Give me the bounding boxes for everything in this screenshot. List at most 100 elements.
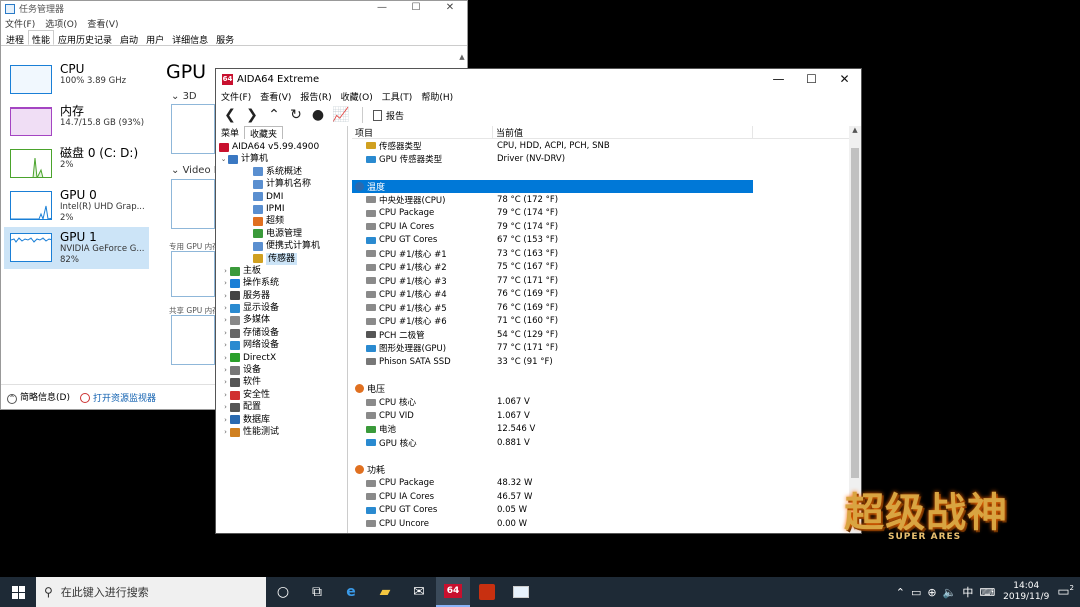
tab-startup[interactable]: 启动 xyxy=(116,30,142,46)
sensor-row[interactable]: CPU 核心 1.067 V xyxy=(352,396,849,410)
chevron-right-icon[interactable]: › xyxy=(221,290,230,302)
task-view-icon[interactable]: ⧉ xyxy=(300,577,334,607)
menu-favorites[interactable]: 收藏(O) xyxy=(341,90,373,103)
sensor-row[interactable]: 电池 12.546 V xyxy=(352,423,849,437)
chevron-down-icon[interactable]: ⌄ xyxy=(219,153,228,165)
open-resource-monitor-link[interactable]: 打开资源监视器 xyxy=(79,391,156,404)
sensor-row[interactable]: Phison SATA SSD 33 °C (91 °F) xyxy=(352,355,849,369)
tab-performance[interactable]: 性能 xyxy=(28,30,55,46)
perf-item-cpu[interactable]: CPU 100% 3.89 GHz xyxy=(4,59,149,101)
chevron-right-icon[interactable]: › xyxy=(221,327,230,339)
tree-node[interactable]: › 存储设备 xyxy=(216,327,348,339)
chevron-right-icon[interactable]: › xyxy=(221,426,230,438)
chart-icon[interactable]: 📈 xyxy=(332,107,349,123)
sensor-row[interactable]: CPU Package 48.32 W xyxy=(352,477,849,491)
tree-node[interactable]: › 安全性 xyxy=(216,389,348,401)
tree-node[interactable]: › 性能测试 xyxy=(216,426,348,438)
menu-options[interactable]: 选项(O) xyxy=(45,17,77,30)
aida64-taskbar-icon[interactable]: 64 xyxy=(436,577,470,607)
sensor-row[interactable]: CPU #1/核心 #4 76 °C (169 °F) xyxy=(352,288,849,302)
chevron-right-icon[interactable]: › xyxy=(221,314,230,326)
input-mode-icon[interactable]: ⌨ xyxy=(979,586,995,599)
menu-view[interactable]: 查看(V) xyxy=(87,17,118,30)
up-arrow-icon[interactable]: ⌃ xyxy=(266,107,282,123)
notifications-icon[interactable]: ▭2 xyxy=(1057,584,1074,599)
file-explorer-icon[interactable]: ▰ xyxy=(368,577,402,607)
chevron-right-icon[interactable]: › xyxy=(221,414,230,426)
sensor-row[interactable]: CPU GT Cores 67 °C (153 °F) xyxy=(352,234,849,248)
tree-node[interactable]: › 主板 xyxy=(216,265,348,277)
scrollbar-thumb[interactable] xyxy=(851,148,859,478)
maximize-button[interactable]: ☐ xyxy=(795,69,828,89)
tab-menu[interactable]: 菜单 xyxy=(216,126,244,139)
tab-favorites[interactable]: 收藏夹 xyxy=(244,126,284,140)
chevron-right-icon[interactable]: › xyxy=(221,277,230,289)
perf-item-gpu0[interactable]: GPU 0 Intel(R) UHD Grap... 2% xyxy=(4,185,149,227)
sensor-row[interactable]: CPU #1/核心 #5 76 °C (169 °F) xyxy=(352,301,849,315)
section-header[interactable]: 功耗 xyxy=(352,463,849,477)
sensor-row[interactable]: CPU IA Cores 79 °C (174 °F) xyxy=(352,220,849,234)
tree-node[interactable]: 电源管理 xyxy=(216,228,348,240)
column-header-value[interactable]: 当前值 xyxy=(493,126,753,139)
sensor-row[interactable]: PCH 二极管 54 °C (129 °F) xyxy=(352,328,849,342)
volume-icon[interactable]: 🔈 xyxy=(943,586,957,599)
section-header[interactable]: 温度 xyxy=(352,179,753,193)
scroll-up-icon[interactable]: ▲ xyxy=(457,53,467,61)
taskbar-search-box[interactable]: ⚲ 在此键入进行搜索 xyxy=(36,577,266,607)
tab-services[interactable]: 服务 xyxy=(212,30,238,46)
clock[interactable]: 14:04 2019/11/9 xyxy=(1001,581,1051,603)
sensor-row[interactable]: CPU Uncore 0.00 W xyxy=(352,517,849,531)
tree-node[interactable]: ⌄ 计算机 xyxy=(216,153,348,165)
menu-help[interactable]: 帮助(H) xyxy=(421,90,453,103)
perf-item-gpu1[interactable]: GPU 1 NVIDIA GeForce G... 82% xyxy=(4,227,149,269)
perf-item-memory[interactable]: 内存 14.7/15.8 GB (93%) xyxy=(4,101,149,143)
menu-view[interactable]: 查看(V) xyxy=(260,90,291,103)
tree-node[interactable]: › 数据库 xyxy=(216,414,348,426)
menu-report[interactable]: 报告(R) xyxy=(300,90,331,103)
edge-browser-icon[interactable]: e xyxy=(334,577,368,607)
chevron-right-icon[interactable]: › xyxy=(221,339,230,351)
menu-file[interactable]: 文件(F) xyxy=(221,90,251,103)
chevron-right-icon[interactable]: › xyxy=(221,389,230,401)
sensor-row[interactable]: CPU #1/核心 #3 77 °C (171 °F) xyxy=(352,274,849,288)
chevron-right-icon[interactable]: › xyxy=(221,364,230,376)
minimize-button[interactable]: — xyxy=(365,1,399,16)
tree-node[interactable]: 计算机名称 xyxy=(216,178,348,190)
tree-node[interactable]: 系统概述 xyxy=(216,166,348,178)
show-hidden-icons-icon[interactable]: ⌃ xyxy=(896,586,905,599)
tree-node[interactable]: › 设备 xyxy=(216,364,348,376)
back-arrow-icon[interactable]: ❮ xyxy=(222,107,238,123)
refresh-icon[interactable]: ↻ xyxy=(288,107,304,123)
fewer-details-button[interactable]: ^ 简略信息(D) xyxy=(7,390,70,404)
tree-node[interactable]: › DirectX xyxy=(216,352,348,364)
tree-node[interactable]: IPMI xyxy=(216,203,348,215)
maximize-button[interactable]: ☐ xyxy=(399,1,433,16)
close-button[interactable]: ✕ xyxy=(828,69,861,89)
chevron-right-icon[interactable]: › xyxy=(221,302,230,314)
start-button[interactable] xyxy=(0,577,36,607)
tree-node[interactable]: 超频 xyxy=(216,215,348,227)
tree-node[interactable]: › 操作系统 xyxy=(216,277,348,289)
tree-node[interactable]: › 配置 xyxy=(216,401,348,413)
network-icon[interactable]: ⊕ xyxy=(927,586,936,599)
forward-arrow-icon[interactable]: ❯ xyxy=(244,107,260,123)
cortana-icon[interactable]: ○ xyxy=(266,577,300,607)
chevron-right-icon[interactable]: › xyxy=(221,401,230,413)
sensor-row[interactable]: CPU GT Cores 0.05 W xyxy=(352,504,849,518)
task-manager-taskbar-icon[interactable] xyxy=(504,577,538,607)
tab-details[interactable]: 详细信息 xyxy=(168,30,212,46)
chevron-right-icon[interactable]: › xyxy=(221,352,230,364)
input-language[interactable]: 中 xyxy=(962,584,973,600)
tree-node[interactable]: AIDA64 v5.99.4900 xyxy=(216,141,348,153)
column-header-item[interactable]: 项目 xyxy=(352,126,493,139)
sensor-row[interactable]: CPU #1/核心 #1 73 °C (163 °F) xyxy=(352,247,849,261)
sensor-row[interactable]: CPU Package 79 °C (174 °F) xyxy=(352,207,849,221)
sensor-row[interactable]: CPU #1/核心 #2 75 °C (167 °F) xyxy=(352,261,849,275)
sensor-row[interactable]: GPU 核心 0.881 V xyxy=(352,436,849,450)
section-header[interactable]: 电压 xyxy=(352,382,849,396)
sensor-row[interactable]: CPU IA Cores 46.57 W xyxy=(352,490,849,504)
sensor-row[interactable]: CPU VID 1.067 V xyxy=(352,409,849,423)
menu-tools[interactable]: 工具(T) xyxy=(382,90,413,103)
sensor-row[interactable]: 传感器类型 CPU, HDD, ACPI, PCH, SNB xyxy=(352,139,849,153)
tab-app-history[interactable]: 应用历史记录 xyxy=(54,30,116,46)
